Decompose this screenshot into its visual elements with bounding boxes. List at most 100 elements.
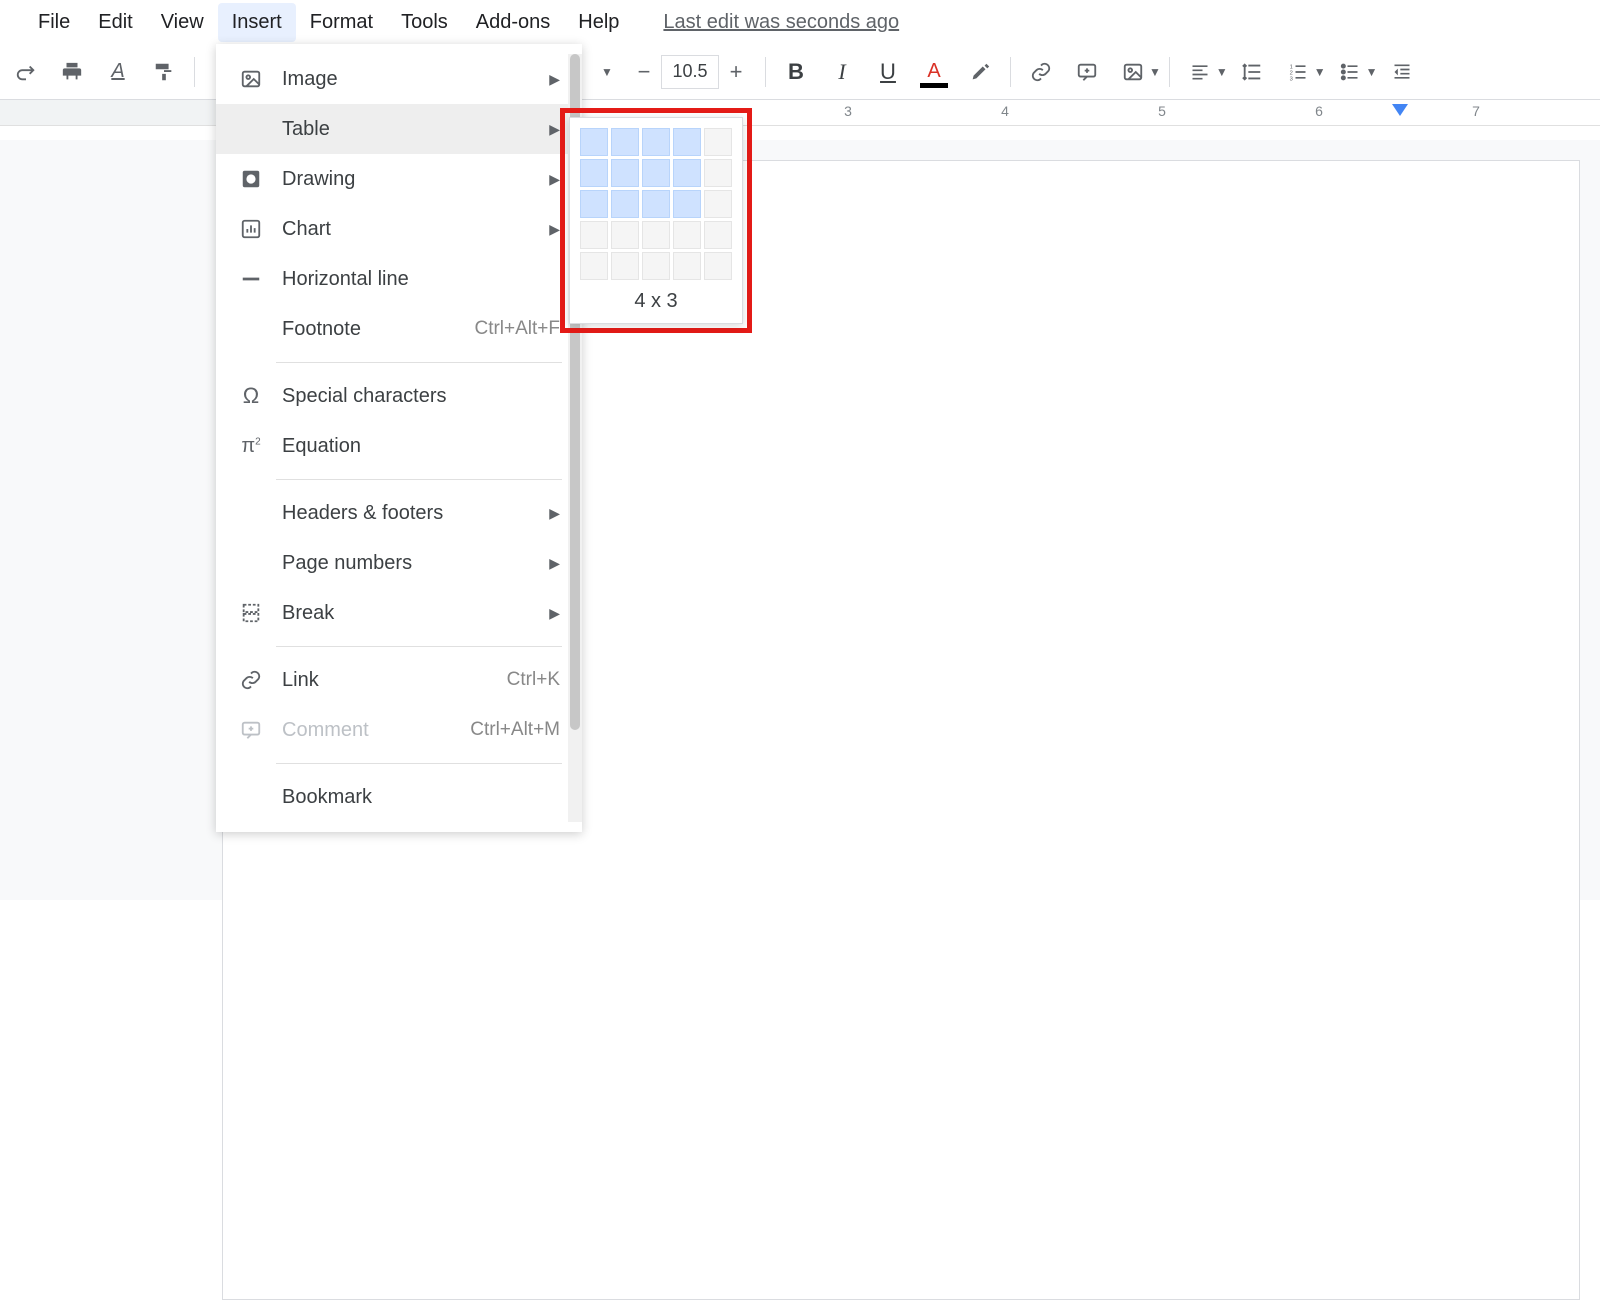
table-picker-cell[interactable] xyxy=(704,221,732,249)
omega-icon: Ω xyxy=(238,383,264,409)
menu-item-shortcut: Ctrl+Alt+F xyxy=(474,318,560,340)
insert-menu-item-bookmark[interactable]: Bookmark xyxy=(216,772,582,822)
last-edit-link[interactable]: Last edit was seconds ago xyxy=(663,11,899,34)
insert-menu-item-chart[interactable]: Chart▶ xyxy=(216,204,582,254)
bulleted-list-button[interactable]: ▼ xyxy=(1328,50,1378,94)
line-spacing-button[interactable] xyxy=(1230,50,1274,94)
insert-menu-item-equation[interactable]: π2Equation xyxy=(216,421,582,471)
insert-menu-item-comment: CommentCtrl+Alt+M xyxy=(216,705,582,755)
break-icon xyxy=(238,600,264,626)
submenu-arrow-icon: ▶ xyxy=(549,121,560,138)
table-picker-cell[interactable] xyxy=(642,128,670,156)
toolbar-separator xyxy=(765,57,766,87)
insert-menu-item-table[interactable]: Table▶ xyxy=(216,104,582,154)
table-picker-cell[interactable] xyxy=(611,159,639,187)
insert-menu-item-headers-footers[interactable]: Headers & footers▶ xyxy=(216,488,582,538)
table-picker-cell[interactable] xyxy=(642,159,670,187)
insert-menu-item-image[interactable]: Image▶ xyxy=(216,54,582,104)
insert-link-button[interactable] xyxy=(1019,50,1063,94)
table-picker-cell[interactable] xyxy=(580,190,608,218)
insert-menu-item-horizontal-line[interactable]: Horizontal line xyxy=(216,254,582,304)
align-button[interactable]: ▼ xyxy=(1178,50,1228,94)
text-color-button[interactable]: A xyxy=(912,50,956,94)
table-picker-cell[interactable] xyxy=(642,252,670,280)
insert-comment-button[interactable] xyxy=(1065,50,1109,94)
insert-menu-item-link[interactable]: LinkCtrl+K xyxy=(216,655,582,705)
pi-icon: π2 xyxy=(238,433,264,459)
table-picker-cell[interactable] xyxy=(704,252,732,280)
print-button[interactable] xyxy=(50,50,94,94)
table-picker-cell[interactable] xyxy=(704,128,732,156)
bold-button[interactable]: B xyxy=(774,50,818,94)
menu-edit[interactable]: Edit xyxy=(84,3,146,42)
menu-item-label: Link xyxy=(282,669,319,692)
menu-format[interactable]: Format xyxy=(296,3,387,42)
menu-help[interactable]: Help xyxy=(564,3,633,42)
spellcheck-button[interactable]: A xyxy=(96,50,140,94)
ruler-number: 6 xyxy=(1315,103,1323,119)
table-picker-cell[interactable] xyxy=(642,221,670,249)
font-size-input[interactable]: 10.5 xyxy=(661,55,719,89)
table-picker-cell[interactable] xyxy=(673,190,701,218)
comment-icon xyxy=(238,717,264,743)
menu-tools[interactable]: Tools xyxy=(387,3,462,42)
italic-button[interactable]: I xyxy=(820,50,864,94)
table-picker-cell[interactable] xyxy=(611,252,639,280)
table-picker-cell[interactable] xyxy=(673,159,701,187)
increase-font-size-button[interactable]: + xyxy=(719,55,753,89)
table-size-picker: 4 x 3 xyxy=(569,117,743,324)
menu-view[interactable]: View xyxy=(147,3,218,42)
table-picker-cell[interactable] xyxy=(704,190,732,218)
print-icon xyxy=(61,61,83,83)
menu-item-label: Drawing xyxy=(282,168,355,191)
table-picker-cell[interactable] xyxy=(642,190,670,218)
table-picker-cell[interactable] xyxy=(673,221,701,249)
table-picker-cell[interactable] xyxy=(580,128,608,156)
insert-menu-item-drawing[interactable]: Drawing ▶ xyxy=(216,154,582,204)
underline-button[interactable]: U xyxy=(866,50,910,94)
link-icon xyxy=(238,667,264,693)
table-picker-cell[interactable] xyxy=(704,159,732,187)
table-picker-label: 4 x 3 xyxy=(580,280,732,317)
menu-item-label: Image xyxy=(282,68,338,91)
ruler-indent-marker[interactable] xyxy=(1392,104,1408,116)
menu-item-label: Horizontal line xyxy=(282,268,409,291)
table-picker-cell[interactable] xyxy=(611,128,639,156)
menu-item-label: Bookmark xyxy=(282,786,372,809)
table-picker-cell[interactable] xyxy=(580,252,608,280)
toolbar-separator xyxy=(194,57,195,87)
table-picker-cell[interactable] xyxy=(673,252,701,280)
table-picker-cell[interactable] xyxy=(611,190,639,218)
menu-separator xyxy=(276,479,562,480)
hline-icon xyxy=(238,266,264,292)
table-picker-cell[interactable] xyxy=(580,221,608,249)
table-picker-cell[interactable] xyxy=(611,221,639,249)
numbered-list-button[interactable]: 123 ▼ xyxy=(1276,50,1326,94)
chart-icon xyxy=(238,216,264,242)
redo-button[interactable] xyxy=(4,50,48,94)
text-color-icon: A xyxy=(927,60,940,83)
decrease-font-size-button[interactable]: − xyxy=(627,55,661,89)
caret-down-icon: ▼ xyxy=(601,65,613,79)
insert-menu-item-special-characters[interactable]: Ω Special characters xyxy=(216,371,582,421)
table-picker-cell[interactable] xyxy=(673,128,701,156)
highlight-button[interactable] xyxy=(958,50,1002,94)
submenu-arrow-icon: ▶ xyxy=(549,171,560,188)
annotation-highlight-box: 4 x 3 xyxy=(560,108,752,333)
menu-separator xyxy=(276,763,562,764)
font-family-dropdown[interactable]: ▼ xyxy=(593,50,621,94)
bulleted-list-icon xyxy=(1340,62,1360,82)
menu-separator xyxy=(276,646,562,647)
menu-item-label: Special characters xyxy=(282,385,447,408)
insert-image-button[interactable]: ▼ xyxy=(1111,50,1161,94)
paint-format-button[interactable] xyxy=(142,50,186,94)
decrease-indent-button[interactable] xyxy=(1380,50,1424,94)
menu-file[interactable]: File xyxy=(24,3,84,42)
menu-insert[interactable]: Insert xyxy=(218,3,296,42)
insert-menu-item-footnote[interactable]: FootnoteCtrl+Alt+F xyxy=(216,304,582,354)
drawing-icon xyxy=(238,166,264,192)
insert-menu-item-page-numbers[interactable]: Page numbers▶ xyxy=(216,538,582,588)
menu-addons[interactable]: Add-ons xyxy=(462,3,565,42)
insert-menu-item-break[interactable]: Break▶ xyxy=(216,588,582,638)
table-picker-cell[interactable] xyxy=(580,159,608,187)
